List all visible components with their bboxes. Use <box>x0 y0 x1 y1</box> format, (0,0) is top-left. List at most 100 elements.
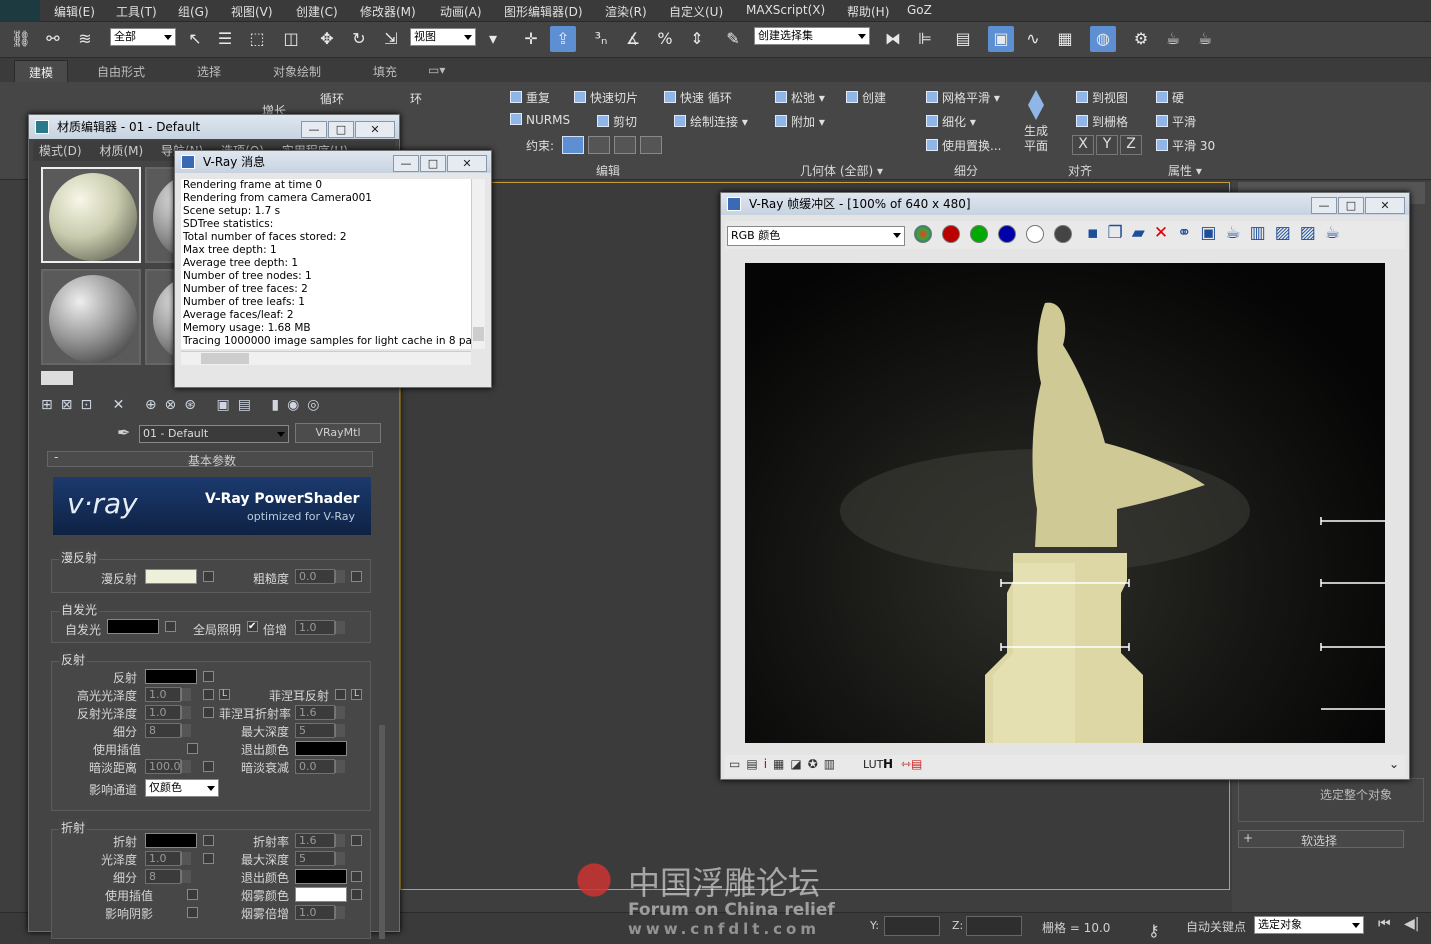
keyboard-shortcut-icon[interactable]: ⇪ <box>550 26 576 52</box>
menu-create[interactable]: 创建(C) <box>296 3 338 20</box>
ribbon-meshsmooth-button[interactable]: 网格平滑 ▾ <box>926 89 1000 106</box>
fresnel-lock-button[interactable]: L <box>351 689 362 700</box>
pivot-center-icon[interactable]: ▾ <box>480 26 506 52</box>
material-toolbar[interactable]: ⊞⊠⊡ ✕ ⊕⊗⊛ ▣▤ ▮◉◎ <box>41 397 381 419</box>
selfillum-color-swatch[interactable] <box>107 619 159 634</box>
ribbon-paintconnect-button[interactable]: 绘制连接 ▾ <box>674 113 748 130</box>
lut-button[interactable]: LUT <box>863 758 883 771</box>
curve-editor-icon[interactable]: ∿ <box>1020 26 1046 52</box>
fog-mult-spinner[interactable]: 1.0 <box>295 905 345 920</box>
tab-modeling[interactable]: 建模 <box>14 60 69 84</box>
fresnel-checkbox[interactable] <box>335 689 346 700</box>
roughness-map-button[interactable] <box>351 571 362 582</box>
menu-maxscript[interactable]: MAXScript(X) <box>746 3 825 17</box>
sample-slot-2[interactable] <box>145 167 175 263</box>
expand-panel-icon[interactable]: ⌄ <box>1389 757 1399 771</box>
material-editor-titlebar[interactable]: 材质编辑器 - 01 - Default — □ ✕ <box>29 115 399 139</box>
exit-color-swatch[interactable] <box>295 741 347 756</box>
constraint-none-icon[interactable] <box>562 136 584 154</box>
tab-populate[interactable]: 填充 <box>373 63 397 80</box>
refract-map-button[interactable] <box>203 835 214 846</box>
diffuse-color-swatch[interactable] <box>145 569 197 584</box>
vfb-tools[interactable]: ▪❐▰✕⚭▣☕▥▨▨☕ <box>1087 223 1349 243</box>
ribbon-togrid-button[interactable]: 到栅格 <box>1076 113 1128 130</box>
refract-color-swatch[interactable] <box>145 833 197 848</box>
ribbon-ring[interactable]: 环 <box>410 90 422 107</box>
affect-shadows-checkbox[interactable] <box>187 907 198 918</box>
constraint-edge-icon[interactable] <box>588 136 610 154</box>
align-z-button[interactable]: Z <box>1120 135 1142 155</box>
vfb-channel-dropdown[interactable]: RGB 颜色 <box>727 226 905 246</box>
ribbon-options-icon[interactable]: ▭▾ <box>428 63 445 77</box>
select-manipulate-icon[interactable]: ✛ <box>518 26 544 52</box>
select-object-icon[interactable]: ↖ <box>182 26 208 52</box>
ribbon-makeplanar-button[interactable]: 生成平面 <box>1024 124 1050 154</box>
ribbon-cut-button[interactable]: 剪切 <box>597 113 637 130</box>
align-icon[interactable]: ⊫ <box>912 26 938 52</box>
render-production-icon[interactable]: ☕ <box>1192 26 1218 52</box>
mult-spinner[interactable]: 1.0 <box>295 620 345 635</box>
bind-spacewarp-icon[interactable]: ≋ <box>72 26 98 52</box>
constraint-face-icon[interactable] <box>614 136 636 154</box>
dim-dist-checkbox[interactable] <box>203 761 214 772</box>
history-button[interactable]: H <box>883 757 893 771</box>
ribbon-nurms-button[interactable]: NURMS <box>510 113 570 127</box>
reflect-color-swatch[interactable] <box>145 669 197 684</box>
ribbon-group-props[interactable]: 属性 ▾ <box>1168 162 1202 179</box>
vray-messages-titlebar[interactable]: V-Ray 消息 — □ ✕ <box>175 151 491 173</box>
selfillum-map-button[interactable] <box>165 621 176 632</box>
ribbon-toview-button[interactable]: 到视图 <box>1076 89 1128 106</box>
affect-channels-dropdown[interactable]: 仅颜色 <box>145 779 219 797</box>
material-editor-icon[interactable]: ◍ <box>1090 26 1116 52</box>
vfb-minimize-button[interactable]: — <box>1311 197 1337 214</box>
alpha-channel-icon[interactable] <box>1026 225 1044 243</box>
vfb-maximize-button[interactable]: □ <box>1338 197 1364 214</box>
snap-toggle-icon[interactable]: ³ₙ <box>588 26 614 52</box>
menu-edit[interactable]: 编辑(E) <box>54 3 95 20</box>
key-mode-dropdown[interactable]: 选定对象 <box>1254 916 1364 934</box>
ribbon-smooth30-button[interactable]: 平滑 30 <box>1156 137 1215 154</box>
menu-group[interactable]: 组(G) <box>178 3 209 20</box>
refr-exit-color-swatch[interactable] <box>295 869 347 884</box>
params-scrollbar[interactable] <box>379 725 385 939</box>
align-y-button[interactable]: Y <box>1096 135 1118 155</box>
tab-freeform[interactable]: 自由形式 <box>97 63 145 80</box>
render-image[interactable] <box>745 263 1385 743</box>
refr-subdivs-spinner[interactable]: 8 <box>145 869 191 884</box>
reflect-map-button[interactable] <box>203 671 214 682</box>
refr-interp-checkbox[interactable] <box>187 889 198 900</box>
ribbon-hard-button[interactable]: 硬 <box>1156 89 1184 106</box>
fresnel-ior-spinner[interactable]: 1.6 <box>295 705 345 720</box>
render-setup-icon[interactable]: ⚙ <box>1128 26 1154 52</box>
sample-slot-3[interactable] <box>41 269 141 365</box>
clear-image-icon[interactable]: ✕ <box>1154 223 1177 243</box>
menu-animation[interactable]: 动画(A) <box>440 3 482 20</box>
soft-selection-rollout[interactable]: + 软选择 <box>1238 830 1404 848</box>
ior-spinner[interactable]: 1.6 <box>295 833 345 848</box>
move-icon[interactable]: ✥ <box>314 26 340 52</box>
ior-map-button[interactable] <box>351 835 362 846</box>
hilight-gloss-map-button[interactable] <box>203 689 214 700</box>
hilight-gloss-spinner[interactable]: 1.0 <box>145 687 191 702</box>
refr-gloss-spinner[interactable]: 1.0 <box>145 851 191 866</box>
subdivs-spinner[interactable]: 8 <box>145 723 191 738</box>
fog-color-swatch[interactable] <box>295 887 347 902</box>
dim-dist-spinner[interactable]: 100.0 <box>145 759 191 774</box>
ribbon-smooth-button[interactable]: 平滑 <box>1156 113 1196 130</box>
close-button[interactable]: ✕ <box>355 121 395 138</box>
prev-frame-icon[interactable]: ◀| <box>1404 916 1419 932</box>
refr-max-depth-spinner[interactable]: 5 <box>295 851 345 866</box>
interp-checkbox[interactable] <box>187 743 198 754</box>
gi-checkbox[interactable]: ✔ <box>247 621 258 632</box>
mono-channel-icon[interactable] <box>1054 225 1072 243</box>
eyedropper-icon[interactable]: ✒ <box>117 423 130 442</box>
fog-color-map-button[interactable] <box>351 889 362 900</box>
menu-rendering[interactable]: 渲染(R) <box>605 3 647 20</box>
tab-selection[interactable]: 选择 <box>197 63 221 80</box>
named-selection-dropdown[interactable]: 创建选择集 <box>754 27 870 45</box>
rendered-frame-icon[interactable]: ☕ <box>1160 26 1186 52</box>
mirror-icon[interactable]: ⧓ <box>880 26 906 52</box>
tab-object-paint[interactable]: 对象绘制 <box>273 63 321 80</box>
rotate-icon[interactable]: ↻ <box>346 26 372 52</box>
menu-tools[interactable]: 工具(T) <box>116 3 157 20</box>
